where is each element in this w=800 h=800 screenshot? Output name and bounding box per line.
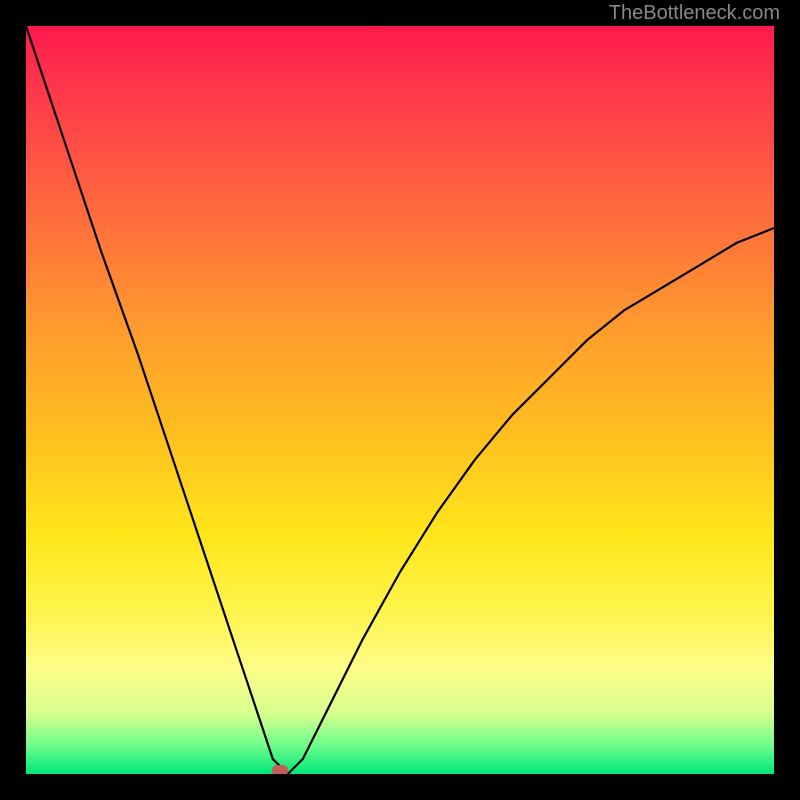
chart-frame — [0, 0, 800, 800]
watermark-text: TheBottleneck.com — [609, 2, 780, 25]
